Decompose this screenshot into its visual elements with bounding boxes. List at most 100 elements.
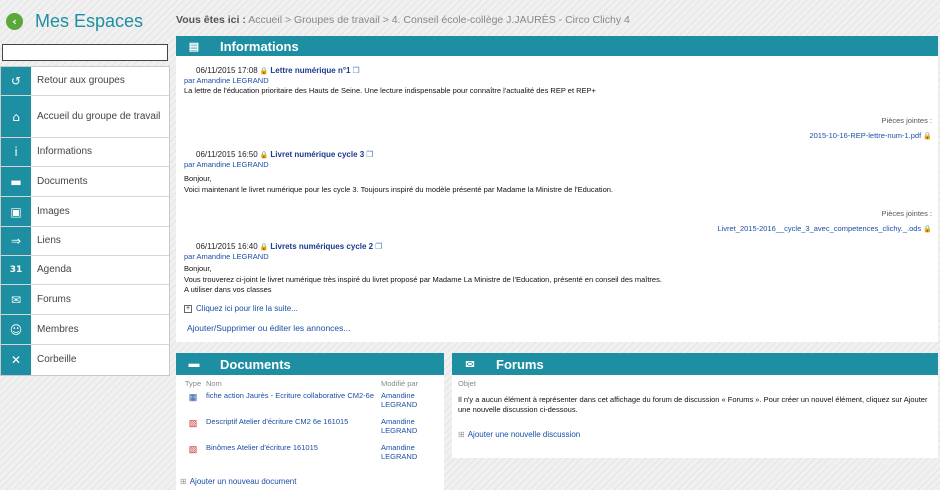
back-arrow-icon: ↺ <box>1 67 31 95</box>
announcement-body: A utiliser dans vos classes <box>184 285 272 294</box>
announcement-body: Bonjour, <box>184 264 212 273</box>
attachment-link[interactable]: Livret_2015-2016__cycle_3_avec_competenc… <box>717 224 921 233</box>
sidebar: ‹ Mes Espaces ↺ Retour aux groupes ⌂ Acc… <box>0 0 170 490</box>
edit-icon[interactable]: ❐ <box>366 150 373 159</box>
document-name[interactable]: fiche action Jaurès - Ecriture collabora… <box>206 391 381 400</box>
sidebar-item-corbeille[interactable]: ✕ Corbeille <box>1 345 169 375</box>
announcement: 06/11/2015 16:40 🔒 Livrets numériques cy… <box>184 242 932 295</box>
announcement-body: Voici maintenant le livret numérique pou… <box>184 184 614 194</box>
column-type[interactable]: Type <box>176 379 206 388</box>
sidebar-header: ‹ Mes Espaces <box>0 0 170 42</box>
announcement-author[interactable]: par Amandine LEGRAND <box>184 76 932 85</box>
announcement-body: Bonjour, <box>184 174 212 183</box>
back-circle-icon[interactable]: ‹ <box>6 12 23 30</box>
document-author[interactable]: Amandine LEGRAND <box>381 391 441 409</box>
breadcrumb-label: Vous êtes ici : <box>176 14 246 26</box>
pdf-icon: ▧ <box>188 444 198 454</box>
sidebar-item-forums[interactable]: ✉ Forums <box>1 285 169 315</box>
announcement: 06/11/2015 16:50 🔒 Livret numérique cycl… <box>184 150 932 194</box>
link-icon: ⇒ <box>1 227 31 255</box>
add-document-link[interactable]: ⊞ Ajouter un nouveau document <box>180 477 296 486</box>
add-discussion-label: Ajouter une nouvelle discussion <box>467 430 581 439</box>
attachments-block: Pièces jointes : 2015-10-16-REP-lettre-n… <box>809 116 932 140</box>
sidebar-title: Mes Espaces <box>35 10 144 31</box>
document-name[interactable]: Descriptif Atelier d'écriture CM2 6e 161… <box>206 417 381 426</box>
folder-icon: ▬ <box>1 167 31 196</box>
sidebar-item-label: Corbeille <box>37 354 77 365</box>
table-row: ▧ Descriptif Atelier d'écriture CM2 6e 1… <box>176 417 444 443</box>
add-discussion-link[interactable]: ⊞ Ajouter une nouvelle discussion <box>458 430 580 439</box>
lock-icon: 🔒 <box>259 243 269 251</box>
documents-table-header: Type Nom Modifié par <box>176 375 444 391</box>
monitor-icon: ▤ <box>188 40 200 53</box>
sidebar-item-label: Documents <box>37 175 88 187</box>
edit-icon[interactable]: ❐ <box>375 242 382 251</box>
sidebar-item-documents[interactable]: ▬ Documents <box>1 167 169 197</box>
document-name[interactable]: Binômes Atelier d'écriture 161015 <box>206 443 381 452</box>
trash-icon: ✕ <box>1 345 31 375</box>
pdf-icon: ▧ <box>188 418 198 428</box>
edit-icon[interactable]: ❐ <box>353 66 360 75</box>
calendar-icon: 31 <box>1 256 31 284</box>
manage-announcements-link[interactable]: Ajouter/Supprimer ou éditer les annonces… <box>187 323 350 333</box>
documents-header: ▬ Documents <box>176 353 444 375</box>
members-icon: ☺ <box>1 315 31 344</box>
read-more-label: Cliquez ici pour lire la suite... <box>196 304 298 313</box>
announcement-header: 06/11/2015 17:08 🔒 Lettre numérique n°1 … <box>184 66 932 75</box>
add-document-label: Ajouter un nouveau document <box>189 477 297 486</box>
lock-icon: 🔒 <box>259 151 269 159</box>
forums-header: ✉ Forums <box>452 353 938 375</box>
sidebar-item-accueil[interactable]: ⌂ Accueil du groupe de travail <box>1 96 169 138</box>
forums-title: Forums <box>496 356 544 372</box>
attachments-label: Pièces jointes : <box>881 116 932 125</box>
column-modified-by[interactable]: Modifié par <box>381 379 441 388</box>
sidebar-item-label: Membres <box>37 323 79 335</box>
attachments-label: Pièces jointes : <box>881 209 932 218</box>
sidebar-item-membres[interactable]: ☺ Membres <box>1 315 169 345</box>
announcement-title[interactable]: Lettre numérique n°1 <box>270 66 350 75</box>
column-name[interactable]: Nom <box>206 379 381 388</box>
forums-empty-message: Il n'y a aucun élément à représenter dan… <box>458 395 928 414</box>
announcement-date: 06/11/2015 16:50 <box>196 150 258 159</box>
announcement-author[interactable]: par Amandine LEGRAND <box>184 252 932 261</box>
cart-icon: ⌂ <box>1 96 31 137</box>
sidebar-item-label: Images <box>37 205 70 217</box>
chat-icon: ✉ <box>1 285 31 314</box>
folder-icon: ▬ <box>188 358 200 370</box>
sidebar-item-retour-aux-groupes[interactable]: ↺ Retour aux groupes <box>1 67 169 96</box>
read-more-link[interactable]: + Cliquez ici pour lire la suite... <box>184 304 298 313</box>
announcement-date: 06/11/2015 16:40 <box>196 242 258 251</box>
sidebar-item-agenda[interactable]: 31 Agenda <box>1 256 169 285</box>
sidebar-menu: ↺ Retour aux groupes ⌂ Accueil du groupe… <box>0 66 170 376</box>
column-objet[interactable]: Objet <box>452 375 938 388</box>
announcement-title[interactable]: Livret numérique cycle 3 <box>270 150 364 159</box>
informations-title: Informations <box>220 38 299 54</box>
announcement-author[interactable]: par Amandine LEGRAND <box>184 160 932 169</box>
chat-icon: ✉ <box>465 358 475 371</box>
announcement-header: 06/11/2015 16:40 🔒 Livrets numériques cy… <box>184 242 932 251</box>
sidebar-item-label: Forums <box>37 293 71 305</box>
sidebar-item-label: Informations <box>37 146 93 157</box>
informations-panel: ▤ Informations 06/11/2015 17:08 🔒 Lettre… <box>176 36 938 342</box>
announcement-title[interactable]: Livrets numériques cycle 2 <box>270 242 373 251</box>
document-author[interactable]: Amandine LEGRAND <box>381 417 441 435</box>
lock-icon: 🔒 <box>259 67 269 75</box>
sidebar-item-liens[interactable]: ⇒ Liens <box>1 227 169 256</box>
breadcrumb-path[interactable]: Accueil > Groupes de travail > 4. Consei… <box>248 14 630 26</box>
sidebar-item-informations[interactable]: i Informations <box>1 138 169 167</box>
announcement-header: 06/11/2015 16:50 🔒 Livret numérique cycl… <box>184 150 932 159</box>
documents-title: Documents <box>220 356 291 372</box>
attachment-link[interactable]: 2015-10-16-REP-lettre-num-1.pdf <box>809 131 921 140</box>
announcement-body: Vous trouverez ci-joint le livret numéri… <box>184 274 662 284</box>
document-author[interactable]: Amandine LEGRAND <box>381 443 441 461</box>
informations-header: ▤ Informations <box>176 36 938 56</box>
sidebar-item-images[interactable]: ▣ Images <box>1 197 169 227</box>
add-icon: ⊞ <box>180 477 187 486</box>
sidebar-item-label: Retour aux groupes <box>37 75 125 86</box>
sidebar-search-input[interactable] <box>2 44 168 61</box>
sidebar-item-label: Liens <box>37 235 61 246</box>
lock-icon: 🔒 <box>923 133 932 140</box>
sidebar-item-label: Agenda <box>37 264 72 275</box>
add-icon: ⊞ <box>458 430 465 439</box>
announcement: 06/11/2015 17:08 🔒 Lettre numérique n°1 … <box>184 66 932 96</box>
